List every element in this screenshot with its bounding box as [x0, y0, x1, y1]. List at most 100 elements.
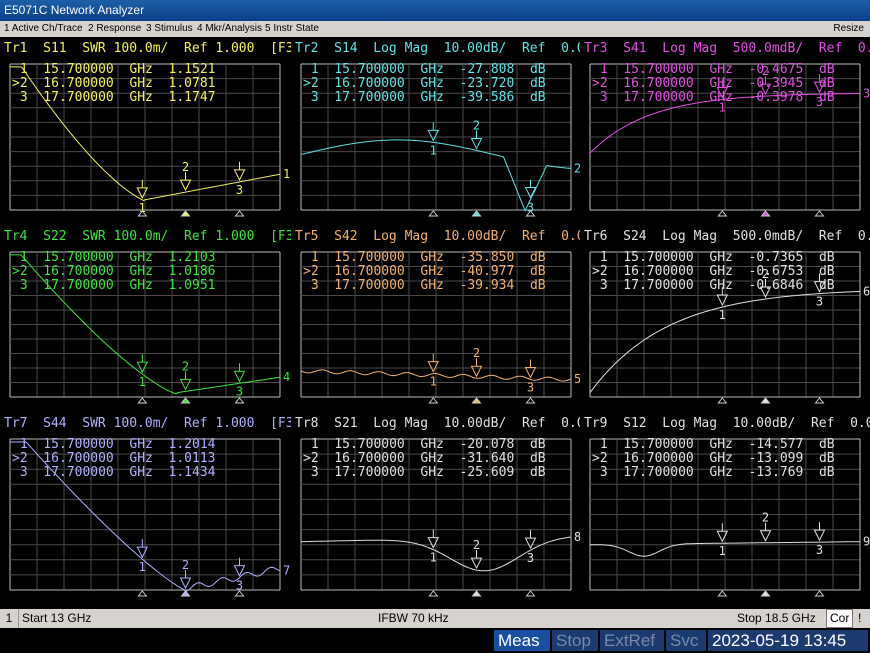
marker-readout-2: >2 16.700000 GHz 1.0781: [12, 76, 216, 91]
trace-pane-tr8[interactable]: 1 2 3 8 Tr8 S21 Log Mag 10.00dB/ Ref 0.000 1…: [291, 415, 580, 608]
trace-header[interactable]: Tr9 S12 Log Mag 10.00dB/ Ref 0.000: [580, 415, 870, 432]
marker-readout-1: 1 15.700000 GHz -0.7365 dB: [592, 250, 835, 265]
trace-header[interactable]: Tr2 S14 Log Mag 10.00dB/ Ref 0.000: [291, 40, 580, 57]
marker-readout-3: 3 17.700000 GHz -39.934 dB: [303, 278, 546, 293]
marker-2[interactable]: 2: [470, 538, 483, 570]
marker-label: 3: [527, 201, 534, 215]
marker-2[interactable]: 2: [470, 118, 483, 150]
axis-marker-tick: [180, 397, 191, 404]
marker-2[interactable]: 2: [179, 160, 192, 192]
trace-pane-tr4[interactable]: 1 2 3 4 Tr4 S22 SWR 100.0m/ Ref 1.000 [F3] 1…: [0, 228, 291, 415]
marker-label: 1: [430, 375, 437, 389]
trace-pane-tr2[interactable]: 1 2 3 2 Tr2 S14 Log Mag 10.00dB/ Ref 0.000 1…: [291, 40, 580, 228]
marker-2[interactable]: 2: [179, 359, 192, 391]
axis-marker-tick: [180, 590, 191, 597]
marker-label: 2: [182, 558, 189, 572]
trace-header[interactable]: Tr3 S41 Log Mag 500.0mdB/ Ref 0.000: [580, 40, 870, 57]
marker-readout-2: >2 16.700000 GHz -40.977 dB: [303, 264, 546, 279]
marker-readout-1: 1 15.700000 GHz 1.2014: [12, 437, 216, 452]
marker-readout-2: >2 16.700000 GHz 1.0186: [12, 264, 216, 279]
axis-marker-tick: [814, 397, 825, 404]
trace-pane-tr6[interactable]: 1 2 3 6 Tr6 S24 Log Mag 500.0mdB/ Ref 0.000 …: [580, 228, 870, 415]
reference-label: 9: [863, 535, 870, 549]
menu-instr-state[interactable]: 5 Instr State: [265, 21, 319, 37]
marker-readout-2: >2 16.700000 GHz -31.640 dB: [303, 451, 546, 466]
meas-indicator[interactable]: Meas: [494, 630, 550, 651]
marker-label: 1: [139, 201, 146, 215]
marker-1[interactable]: 1: [427, 529, 440, 565]
axis-marker-tick: [428, 397, 439, 404]
marker-1[interactable]: 1: [427, 122, 440, 157]
marker-readout-1: 1 15.700000 GHz 1.2103: [12, 250, 216, 265]
correction-indicator[interactable]: Cor: [826, 609, 854, 628]
menu-mkr-analysis[interactable]: 4 Mkr/Analysis: [197, 21, 262, 37]
axis-marker-tick: [234, 397, 245, 404]
ifbw-value[interactable]: IFBW 70 kHz: [378, 609, 449, 628]
channel-indicator[interactable]: 1: [0, 609, 19, 628]
marker-1[interactable]: 1: [136, 179, 149, 215]
marker-readout-1: 1 15.700000 GHz -20.078 dB: [303, 437, 546, 452]
date-time: 2023-05-19 13:45: [708, 630, 868, 651]
marker-label: 1: [139, 560, 146, 574]
reference-label: 3: [863, 87, 870, 101]
resize-button[interactable]: Resize: [833, 21, 864, 37]
marker-label: 3: [236, 183, 243, 197]
axis-marker-tick: [717, 590, 728, 597]
menu-stimulus[interactable]: 3 Stimulus: [146, 21, 193, 37]
axis-marker-tick: [717, 210, 728, 217]
marker-readout-3: 3 17.700000 GHz -0.6846 dB: [592, 278, 835, 293]
marker-readout-3: 3 17.700000 GHz 1.0951: [12, 278, 216, 293]
svc-indicator[interactable]: Svc: [666, 630, 706, 651]
marker-label: 3: [527, 380, 534, 394]
reference-label: 4: [283, 370, 290, 384]
trace-pane-tr5[interactable]: 1 2 3 5 Tr5 S42 Log Mag 10.00dB/ Ref 0.000 1…: [291, 228, 580, 415]
stop-frequency[interactable]: Stop 18.5 GHz: [737, 609, 816, 628]
marker-label: 3: [816, 543, 823, 557]
marker-readout-1: 1 15.700000 GHz -27.808 dB: [303, 62, 546, 77]
extref-indicator[interactable]: ExtRef: [600, 630, 664, 651]
marker-3[interactable]: 3: [813, 522, 826, 557]
reference-label: 6: [863, 284, 870, 298]
trace-pane-tr7[interactable]: 1 2 3 7 Tr7 S44 SWR 100.0m/ Ref 1.000 [F3] 1…: [0, 415, 291, 608]
axis-marker-tick: [234, 210, 245, 217]
axis-marker-tick: [428, 210, 439, 217]
trace-header[interactable]: Tr8 S21 Log Mag 10.00dB/ Ref 0.000: [291, 415, 580, 432]
stop-indicator[interactable]: Stop: [552, 630, 598, 651]
marker-2[interactable]: 2: [470, 346, 483, 378]
start-frequency[interactable]: Start 13 GHz: [22, 609, 91, 628]
axis-marker-tick: [180, 210, 191, 217]
axis-marker-tick: [814, 210, 825, 217]
marker-3[interactable]: 3: [524, 179, 537, 215]
marker-3[interactable]: 3: [524, 359, 537, 394]
axis-marker-tick: [760, 590, 771, 597]
trace-header[interactable]: Tr1 S11 SWR 100.0m/ Ref 1.000 [F3]: [0, 40, 291, 57]
marker-readout-3: 3 17.700000 GHz -39.586 dB: [303, 90, 546, 105]
axis-marker-tick: [471, 397, 482, 404]
menu-bar: 1 Active Ch/Trace 2 Response 3 Stimulus …: [0, 21, 870, 37]
window-title: E5071C Network Analyzer: [0, 0, 870, 21]
marker-1[interactable]: 1: [427, 353, 440, 389]
trace-header[interactable]: Tr5 S42 Log Mag 10.00dB/ Ref 0.000: [291, 228, 580, 245]
marker-3[interactable]: 3: [233, 161, 246, 197]
marker-label: 2: [473, 346, 480, 360]
marker-label: 1: [719, 308, 726, 322]
axis-marker-tick: [525, 397, 536, 404]
marker-3[interactable]: 3: [233, 363, 246, 398]
trace-pane-tr1[interactable]: 1 2 3 1 Tr1 S11 SWR 100.0m/ Ref 1.000 [F3] 1…: [0, 40, 291, 228]
trace-header[interactable]: Tr4 S22 SWR 100.0m/ Ref 1.000 [F3]: [0, 228, 291, 245]
trace-pane-tr3[interactable]: 1 2 3 3 Tr3 S41 Log Mag 500.0mdB/ Ref 0.000 …: [580, 40, 870, 228]
marker-3[interactable]: 3: [524, 530, 537, 565]
marker-2[interactable]: 2: [759, 511, 772, 542]
trace-header[interactable]: Tr6 S24 Log Mag 500.0mdB/ Ref 0.000: [580, 228, 870, 245]
marker-label: 1: [430, 143, 437, 157]
trace-header[interactable]: Tr7 S44 SWR 100.0m/ Ref 1.000 [F3]: [0, 415, 291, 432]
axis-marker-tick: [814, 590, 825, 597]
marker-label: 2: [473, 118, 480, 132]
marker-2[interactable]: 2: [179, 558, 192, 590]
marker-label: 3: [816, 295, 823, 309]
menu-active-ch-trace[interactable]: 1 Active Ch/Trace: [4, 21, 83, 37]
menu-response[interactable]: 2 Response: [88, 21, 141, 37]
trace-pane-tr9[interactable]: 1 2 3 9 Tr9 S12 Log Mag 10.00dB/ Ref 0.000 1…: [580, 415, 870, 608]
marker-readout-2: >2 16.700000 GHz -23.720 dB: [303, 76, 546, 91]
marker-1[interactable]: 1: [716, 523, 729, 558]
